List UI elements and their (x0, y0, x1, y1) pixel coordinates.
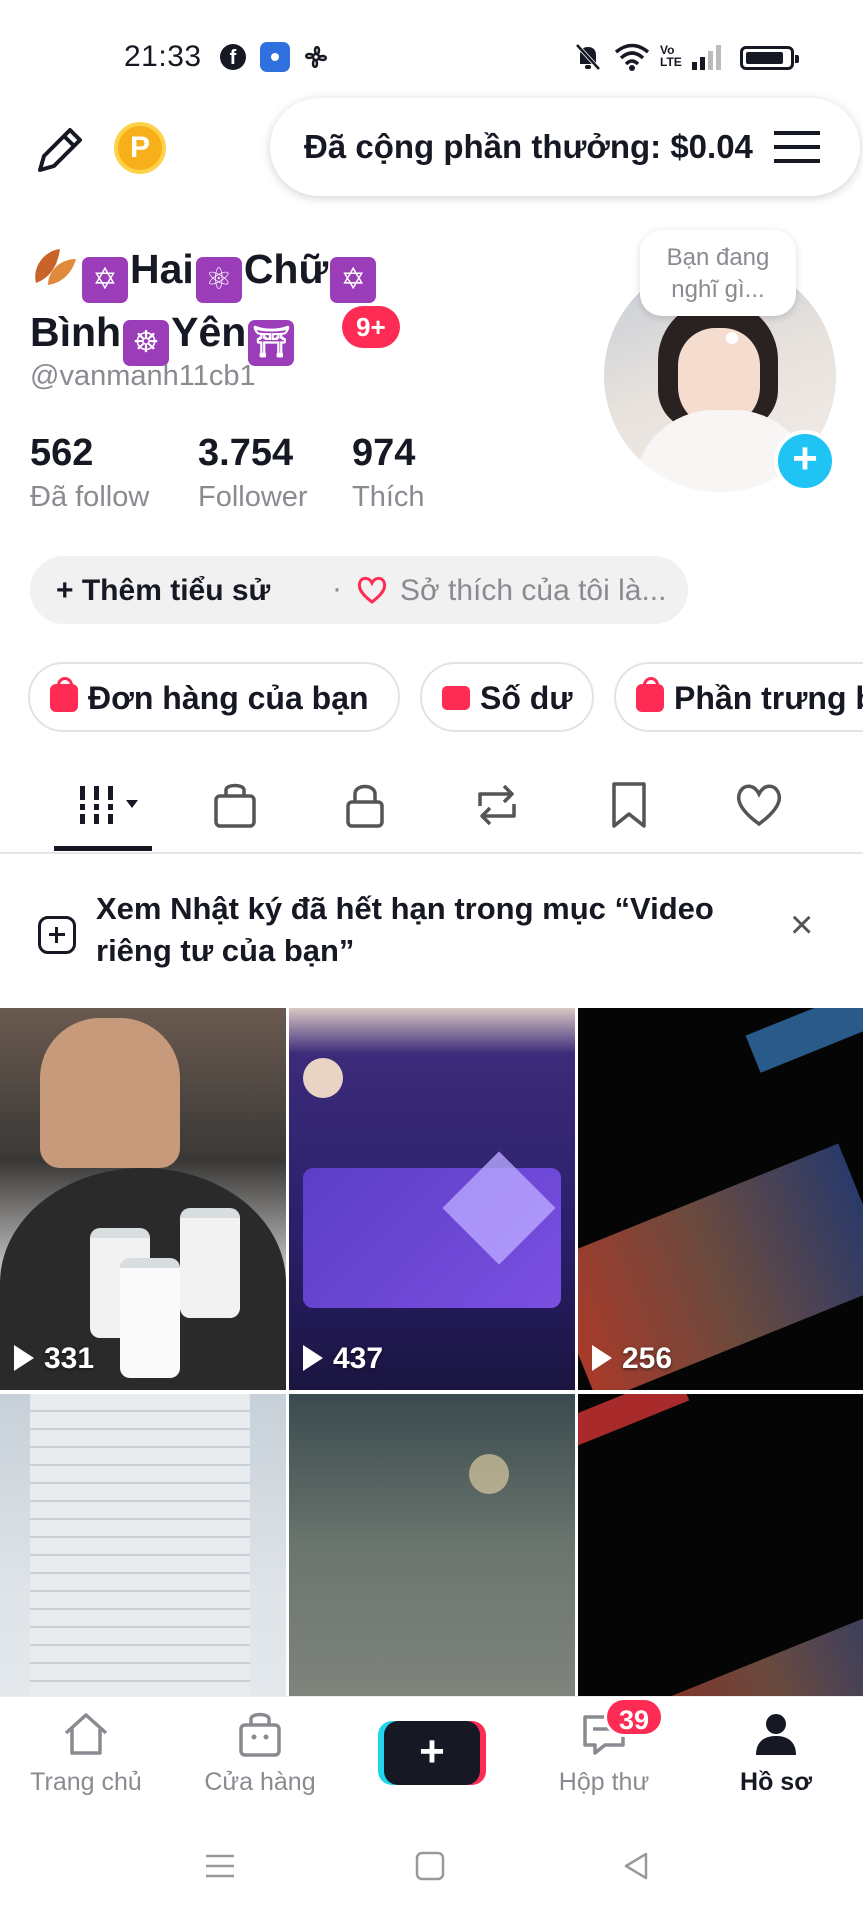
stat-value: 562 (30, 432, 94, 474)
name-part-yen: Yên (171, 309, 247, 355)
menu-icon[interactable] (774, 131, 820, 163)
fan-icon (305, 46, 327, 68)
tab-favorites-bookmark-icon[interactable] (604, 780, 654, 830)
nav-label: Hộp thư (558, 1768, 650, 1796)
inbox-badge: 39 (604, 1697, 664, 1737)
reward-pill[interactable]: Đã cộng phần thưởng: $0.04 (270, 98, 860, 196)
bottom-nav: Trang chủ Cửa hàng + Hộp thư 39 Hồ sơ (0, 1696, 863, 1806)
star-of-david-icon: ✡ (330, 257, 377, 303)
thumb-light (469, 1454, 509, 1494)
back-triangle-icon[interactable] (620, 1850, 652, 1882)
volte-indicator: Vo LTE (660, 43, 682, 69)
mute-bell-icon (575, 43, 601, 71)
profile-person-icon (756, 1714, 796, 1755)
status-bar: 21:33 f Vo LTE (0, 0, 863, 100)
tab-liked-heart-icon[interactable] (734, 780, 784, 830)
autumn-leaves-icon (35, 249, 76, 285)
nav-label: Cửa hàng (204, 1768, 316, 1796)
shopping-bag-icon (636, 677, 664, 712)
video-thumbnail[interactable]: 331 (0, 1008, 286, 1390)
atom-icon: ⚛ (195, 257, 242, 303)
thumb-person (40, 1018, 180, 1168)
balance-chip[interactable]: Số dư (420, 662, 594, 732)
profile-name: ✡ Hai ⚛ Chữ ✡ Bình ☸ Yên ⛩ (30, 240, 450, 366)
stat-likes[interactable]: 974 Thích (352, 432, 425, 514)
view-count: 256 (592, 1342, 672, 1376)
name-part-chu: Chữ (243, 246, 329, 292)
system-nav-bar (0, 1806, 863, 1920)
home-square-icon[interactable] (414, 1850, 446, 1882)
thought-bubble-tail (726, 332, 738, 344)
chip-label: Số dư (480, 680, 573, 716)
notice-text: Xem Nhật ký đã hết hạn trong mục “Video … (96, 891, 714, 968)
view-count: 331 (14, 1342, 94, 1376)
tab-private-lock-icon[interactable] (340, 780, 390, 830)
nav-shop[interactable]: Cửa hàng (180, 1709, 340, 1797)
reward-text: Đã cộng phần thưởng: $0.04 (304, 128, 753, 165)
stat-following[interactable]: 562 Đã follow (30, 432, 149, 514)
chip-label: Phần trưng bày (674, 680, 863, 716)
home-icon (64, 1713, 108, 1755)
interests-hint: Sở thích của tôi là... (400, 574, 667, 607)
stat-followers[interactable]: 3.754 Follower (198, 432, 308, 514)
stat-label: Đã follow (30, 481, 150, 513)
video-thumbnail[interactable]: 437 (289, 1008, 575, 1390)
shopping-bag-icon (50, 677, 78, 712)
profile-tabs (0, 760, 863, 854)
add-diary-icon (38, 916, 76, 954)
orders-chip[interactable]: Đơn hàng của bạn (28, 662, 400, 732)
wallet-icon (442, 686, 470, 710)
thumb-can (120, 1258, 180, 1378)
nav-profile[interactable]: Hồ sơ (696, 1709, 856, 1797)
stat-label: Thích (352, 481, 425, 513)
video-thumbnail[interactable]: 256 (578, 1008, 863, 1390)
nav-home[interactable]: Trang chủ (6, 1709, 166, 1797)
shop-bag-icon (239, 1712, 281, 1757)
cast-icon (260, 42, 290, 72)
notification-badge[interactable]: 9+ (342, 306, 400, 348)
plus-icon: + (56, 574, 82, 607)
battery-icon (740, 46, 799, 70)
active-tab-indicator (54, 846, 152, 851)
coin-points-button[interactable]: P (114, 122, 166, 174)
tab-videos-grid-icon[interactable] (76, 780, 150, 830)
close-icon[interactable]: × (790, 905, 820, 945)
bio-separator: · (332, 572, 342, 605)
status-time: 21:33 (124, 40, 202, 73)
add-bio-button[interactable]: + Thêm tiểu sử (56, 574, 270, 608)
tab-shop-bag-icon[interactable] (210, 780, 260, 830)
bio-pill[interactable]: + Thêm tiểu sử · Sở thích của tôi là... (30, 556, 688, 624)
add-story-button[interactable]: + (774, 430, 836, 492)
wifi-icon (614, 43, 650, 71)
heart-outline-icon (357, 576, 387, 604)
thumb-strip (578, 1394, 690, 1446)
signal-icon (692, 45, 721, 70)
username: @vanmanh11cb1 (30, 360, 256, 392)
stat-value: 3.754 (198, 432, 294, 474)
add-bio-label: Thêm tiểu sử (81, 574, 271, 607)
stat-value: 974 (352, 432, 416, 474)
chip-label: Đơn hàng của bạn (88, 680, 369, 716)
create-button[interactable]: + (384, 1721, 480, 1785)
thought-bubble[interactable]: Bạn đang nghĩ gì... (640, 230, 796, 316)
showcase-chip[interactable]: Phần trưng bày (614, 662, 863, 732)
recent-apps-icon[interactable] (204, 1850, 236, 1882)
tab-reposts-icon[interactable] (472, 780, 522, 830)
nav-label: Trang chủ (30, 1768, 142, 1796)
nav-label: Hồ sơ (740, 1768, 812, 1796)
view-count: 437 (303, 1342, 383, 1376)
star-of-david-icon: ✡ (82, 257, 128, 303)
thumb-strip (745, 1008, 863, 1073)
facebook-icon: f (220, 44, 246, 70)
thumb-avatar (303, 1058, 343, 1098)
name-part-binh: Bình (30, 309, 122, 355)
stat-label: Follower (198, 481, 308, 513)
expired-diary-notice[interactable]: Xem Nhật ký đã hết hạn trong mục “Video … (0, 880, 863, 990)
name-part-hai: Hai (130, 246, 194, 292)
thumb-can (180, 1208, 240, 1318)
edit-pencil-icon[interactable] (30, 120, 90, 180)
